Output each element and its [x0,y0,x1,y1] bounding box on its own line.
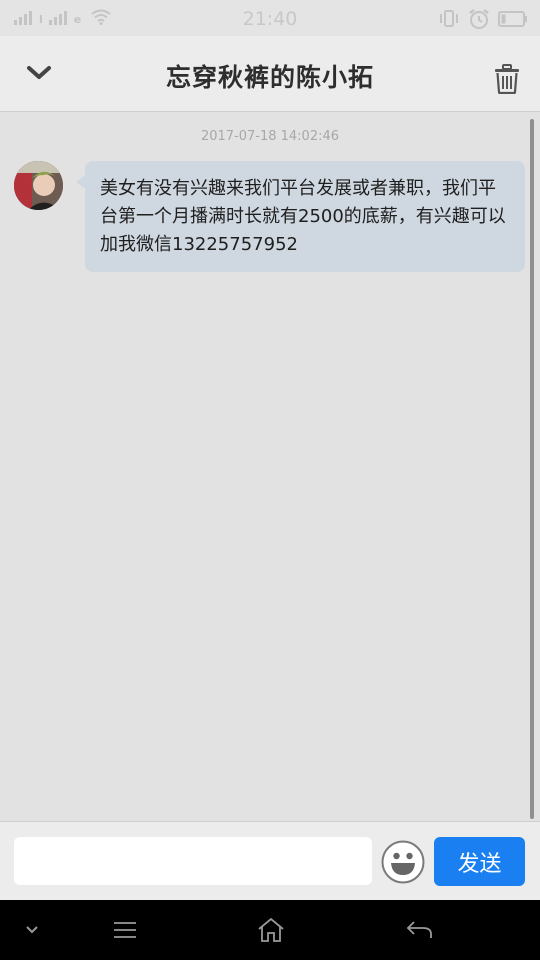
back-arrow-icon [406,921,432,938]
nav-hide-button[interactable] [18,916,46,944]
nav-menu-button[interactable] [108,916,142,944]
send-button[interactable]: 发送 [434,837,525,886]
battery-icon [498,11,527,27]
conversation-title: 忘穿秋裤的陈小拓 [165,63,374,92]
chevron-down-icon [27,66,51,79]
chat-header: 忘穿秋裤的陈小拓 [0,36,540,112]
chat-screen: l e 21:40 忘穿秋裤的陈小拓 2017-07-18 14:02:46 美… [0,0,540,960]
avatar[interactable] [14,161,63,210]
collapse-button[interactable] [22,58,56,88]
message-input[interactable] [14,837,372,885]
emoji-button[interactable] [381,840,425,884]
home-icon [258,917,284,942]
trash-icon [495,64,519,95]
scrollbar[interactable] [530,119,534,819]
nav-home-button[interactable] [254,916,288,944]
status-right [438,8,528,30]
message-bubble[interactable]: 美女有没有兴趣来我们平台发展或者兼职，我们平台第一个月播满时长就有2500的底薪… [76,161,525,272]
message-timestamp: 2017-07-18 14:02:46 [200,129,340,144]
delete-conversation-button[interactable] [494,64,524,96]
alarm-icon [469,9,489,29]
composer-bar: 发送 [0,821,540,900]
vibrate-icon [440,10,458,27]
chevron-down-icon [26,926,38,934]
system-nav-bar [0,900,540,960]
menu-icon [114,922,136,938]
nav-back-button[interactable] [402,916,436,944]
smiley-icon [381,840,425,884]
avatar-image [14,161,63,210]
status-bar: l e 21:40 [0,0,540,36]
message-list[interactable]: 2017-07-18 14:02:46 美女有没有兴趣来我们平台发展或者兼职，我… [0,113,540,821]
